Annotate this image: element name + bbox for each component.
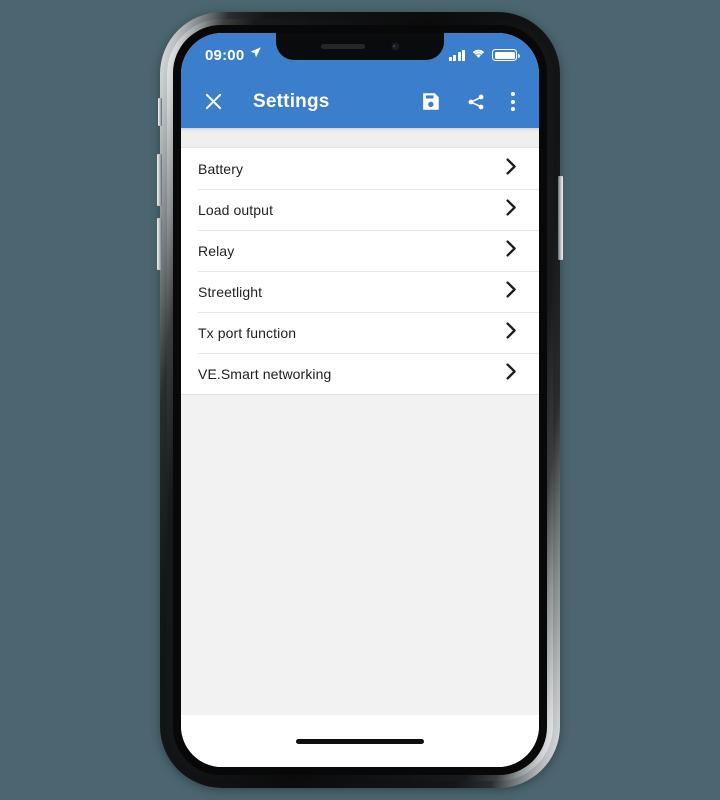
list-item-label: Streetlight: [198, 283, 263, 300]
front-camera-icon: [390, 42, 400, 51]
bottom-safe-area: [181, 715, 539, 767]
settings-item-ve-smart-networking[interactable]: VE.Smart networking: [181, 353, 539, 394]
battery-full-icon: [492, 49, 520, 61]
list-item-label: VE.Smart networking: [198, 365, 332, 382]
settings-item-battery[interactable]: Battery: [181, 148, 539, 189]
page-title: Settings: [253, 90, 330, 112]
content-top-shade: [181, 128, 539, 148]
status-bar-right: [448, 46, 520, 64]
settings-item-streetlight[interactable]: Streetlight: [181, 271, 539, 312]
chevron-right-icon: [506, 198, 517, 221]
silent-switch-button[interactable]: [158, 98, 162, 126]
close-x-icon[interactable]: [198, 84, 228, 120]
status-bar-left: 09:00: [205, 46, 262, 64]
earpiece-speaker-icon: [320, 44, 365, 49]
status-bar-time: 09:00: [205, 46, 245, 64]
settings-content: Battery Load output Relay Streetlight Tx…: [181, 128, 539, 715]
list-item-label: Battery: [198, 160, 244, 177]
settings-list: Battery Load output Relay Streetlight Tx…: [181, 148, 539, 395]
chevron-right-icon: [506, 157, 517, 180]
phone-frame: 09:00 Settings Battery Load output Relay…: [157, 12, 563, 788]
chevron-right-icon: [506, 239, 517, 262]
home-indicator[interactable]: [296, 739, 424, 744]
overflow-menu-icon[interactable]: [500, 84, 526, 120]
settings-item-tx-port-function[interactable]: Tx port function: [181, 312, 539, 353]
volume-down-button[interactable]: [157, 218, 162, 270]
location-arrow-icon: [249, 46, 262, 64]
save-floppy-icon[interactable]: [412, 84, 448, 120]
settings-item-load-output[interactable]: Load output: [181, 189, 539, 230]
list-item-label: Tx port function: [198, 324, 297, 341]
cellular-signal-icon: [448, 49, 465, 61]
wifi-icon: [471, 46, 486, 64]
list-item-label: Relay: [198, 242, 235, 259]
list-item-label: Load output: [198, 201, 274, 218]
power-button[interactable]: [558, 176, 563, 260]
phone-screen: 09:00 Settings Battery Load output Relay…: [181, 33, 539, 767]
volume-up-button[interactable]: [157, 154, 162, 206]
chevron-right-icon: [506, 280, 517, 303]
chevron-right-icon: [506, 321, 517, 344]
settings-item-relay[interactable]: Relay: [181, 230, 539, 271]
share-icon[interactable]: [458, 84, 494, 120]
chevron-right-icon: [506, 362, 517, 385]
notch: [276, 33, 444, 60]
app-bar: Settings: [181, 75, 539, 128]
